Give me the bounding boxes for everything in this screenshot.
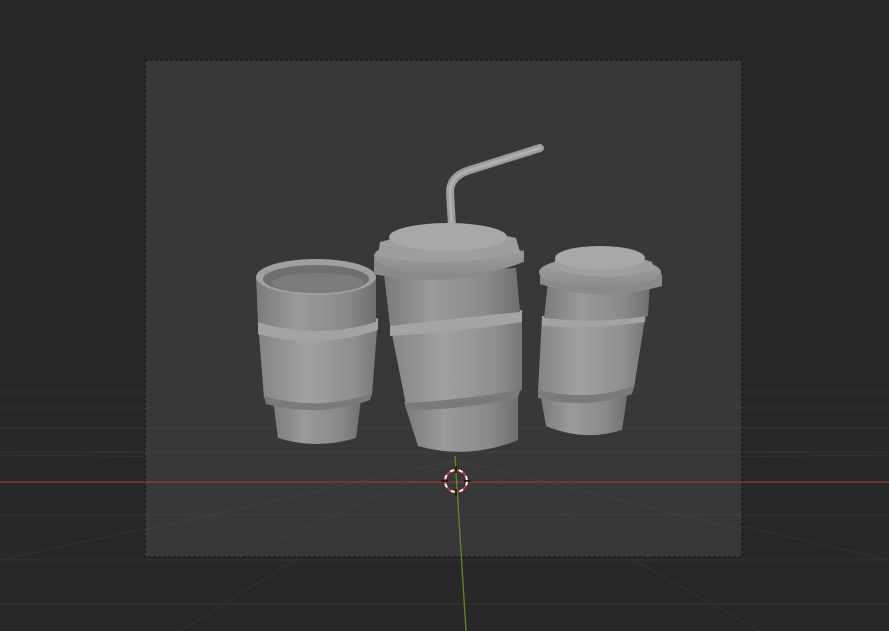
3d-viewport[interactable] — [0, 0, 889, 631]
viewport-canvas[interactable] — [0, 0, 889, 631]
